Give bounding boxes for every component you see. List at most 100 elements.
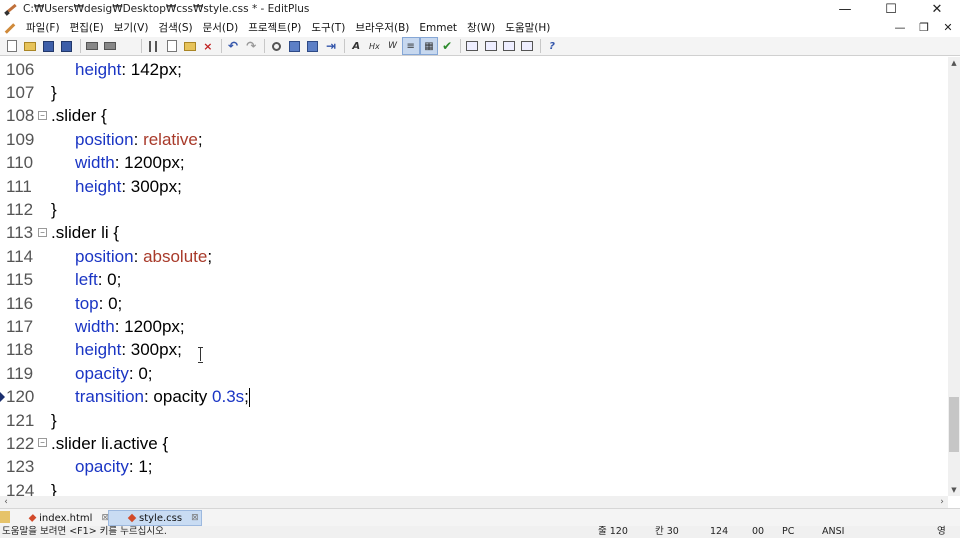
find-icon[interactable] xyxy=(268,38,284,54)
code-line[interactable]: 110 width: 1200px; xyxy=(0,152,948,175)
html-file-icon xyxy=(28,514,37,522)
undo-icon[interactable]: ↶ xyxy=(225,38,241,54)
code-line[interactable]: 118 height: 300px; xyxy=(0,339,948,362)
fold-toggle-icon[interactable]: − xyxy=(38,110,47,120)
scroll-up-icon[interactable]: ▲ xyxy=(948,57,960,69)
font-icon[interactable]: A xyxy=(348,38,364,54)
code-line[interactable]: 124} xyxy=(0,479,948,496)
maximize-button[interactable]: ☐ xyxy=(868,0,914,18)
code-token: : 1200px; xyxy=(114,317,185,337)
code-text: width: 1200px; xyxy=(75,153,185,173)
status-column: 칸 30 xyxy=(655,526,679,537)
code-line[interactable]: 112} xyxy=(0,198,948,221)
css-property-token: left xyxy=(75,270,98,290)
check-icon[interactable]: ✔ xyxy=(439,38,455,54)
ruler-icon[interactable]: ▦ xyxy=(419,37,438,55)
code-token: : 1200px; xyxy=(114,153,185,173)
document-menu-icon[interactable] xyxy=(3,21,17,35)
code-line[interactable]: 117 width: 1200px; xyxy=(0,315,948,338)
tab-index-html[interactable]: index.html ⊠ xyxy=(26,510,109,526)
goto-icon[interactable]: ⇥ xyxy=(323,38,339,54)
cut-icon[interactable] xyxy=(145,38,161,54)
menu-help[interactable]: 도움말(H) xyxy=(500,20,555,35)
tab-close-icon[interactable]: ⊠ xyxy=(191,513,198,523)
menu-edit[interactable]: 편집(E) xyxy=(65,20,109,35)
scroll-left-icon[interactable]: ‹ xyxy=(0,496,12,508)
save-icon[interactable] xyxy=(40,38,56,54)
code-text: } xyxy=(51,411,57,431)
code-line[interactable]: 111 height: 300px; xyxy=(0,175,948,198)
code-text: transition: opacity 0.3s; xyxy=(75,387,250,408)
window-1-icon[interactable] xyxy=(464,38,480,54)
line-number: 114 xyxy=(6,246,34,266)
code-line[interactable]: 115 left: 0; xyxy=(0,269,948,292)
paste-icon[interactable] xyxy=(182,38,198,54)
tab-style-css[interactable]: style.css ⊠ xyxy=(108,510,202,526)
help-icon[interactable]: ? xyxy=(544,38,560,54)
fold-toggle-icon[interactable]: − xyxy=(38,227,47,237)
minimize-button[interactable]: — xyxy=(822,0,868,18)
line-numbers-icon[interactable]: ≡ xyxy=(401,37,420,55)
window-4-icon[interactable] xyxy=(519,38,535,54)
menu-view[interactable]: 보기(V) xyxy=(109,20,154,35)
hex-icon[interactable]: Hx xyxy=(366,38,382,54)
code-editor[interactable]: 106 height: 142px; 107} 108− .slider {109 pos… xyxy=(0,57,948,496)
code-line[interactable]: 114 position: absolute; xyxy=(0,245,948,268)
code-line[interactable]: 123 opacity: 1; xyxy=(0,456,948,479)
save-all-icon[interactable] xyxy=(59,38,75,54)
code-line[interactable]: 120 transition: opacity 0.3s; xyxy=(0,386,948,409)
doc-close-button[interactable]: ✕ xyxy=(936,18,960,37)
code-text: width: 1200px; xyxy=(75,317,185,337)
window-3-icon[interactable] xyxy=(501,38,517,54)
menu-document[interactable]: 문서(D) xyxy=(198,20,244,35)
redo-icon[interactable]: ↷ xyxy=(243,38,259,54)
menu-file[interactable]: 파일(F) xyxy=(21,20,65,35)
toolbar-separator xyxy=(460,39,462,53)
code-line[interactable]: 122− .slider li.active { xyxy=(0,432,948,455)
code-text: top: 0; xyxy=(75,294,122,314)
delete-icon[interactable]: × xyxy=(200,38,216,54)
code-line[interactable]: 113− .slider li { xyxy=(0,222,948,245)
code-line[interactable]: 109 position: relative; xyxy=(0,128,948,151)
menu-emmet[interactable]: Emmet xyxy=(414,22,462,34)
spell-check-icon[interactable] xyxy=(120,38,136,54)
copy-icon[interactable] xyxy=(164,38,180,54)
css-property-token: width xyxy=(75,153,115,173)
scroll-down-icon[interactable]: ▼ xyxy=(948,484,960,496)
scroll-right-icon[interactable]: › xyxy=(936,496,948,508)
horizontal-scrollbar[interactable]: ‹ › xyxy=(0,496,948,508)
code-line[interactable]: 121} xyxy=(0,409,948,432)
css-value-token: absolute xyxy=(143,246,208,266)
code-token: : opacity xyxy=(143,387,213,407)
line-number: 117 xyxy=(6,317,34,337)
directory-panel-icon[interactable] xyxy=(0,511,10,523)
code-token: : 142px; xyxy=(121,59,182,79)
print-icon[interactable] xyxy=(102,38,118,54)
window-2-icon[interactable] xyxy=(483,38,499,54)
code-line[interactable]: 107} xyxy=(0,81,948,104)
code-line[interactable]: 119 opacity: 0; xyxy=(0,362,948,385)
close-button[interactable]: ✕ xyxy=(914,0,960,18)
replace-icon[interactable] xyxy=(287,38,303,54)
open-folder-icon[interactable] xyxy=(22,38,38,54)
find-in-files-icon[interactable] xyxy=(305,38,321,54)
word-wrap-icon[interactable]: W xyxy=(385,38,401,54)
menu-project[interactable]: 프로젝트(P) xyxy=(243,20,306,35)
doc-minimize-button[interactable]: — xyxy=(888,18,912,37)
current-line-marker-icon xyxy=(0,391,5,402)
menu-search[interactable]: 검색(S) xyxy=(153,20,197,35)
print-preview-icon[interactable] xyxy=(84,38,100,54)
menu-browser[interactable]: 브라우저(B) xyxy=(350,20,414,35)
code-line[interactable]: 108− .slider { xyxy=(0,105,948,128)
menu-tools[interactable]: 도구(T) xyxy=(306,20,350,35)
new-file-icon[interactable] xyxy=(4,38,20,54)
vertical-scroll-thumb[interactable] xyxy=(949,397,959,452)
menu-window[interactable]: 창(W) xyxy=(462,20,500,35)
doc-restore-button[interactable]: ❐ xyxy=(912,18,936,37)
vertical-scrollbar[interactable]: ▲ ▼ xyxy=(948,57,960,496)
tab-label: index.html xyxy=(39,512,93,524)
line-number: 116 xyxy=(6,293,34,313)
code-line[interactable]: 106 height: 142px; xyxy=(0,58,948,81)
code-line[interactable]: 116 top: 0; xyxy=(0,292,948,315)
fold-toggle-icon[interactable]: − xyxy=(38,438,47,448)
